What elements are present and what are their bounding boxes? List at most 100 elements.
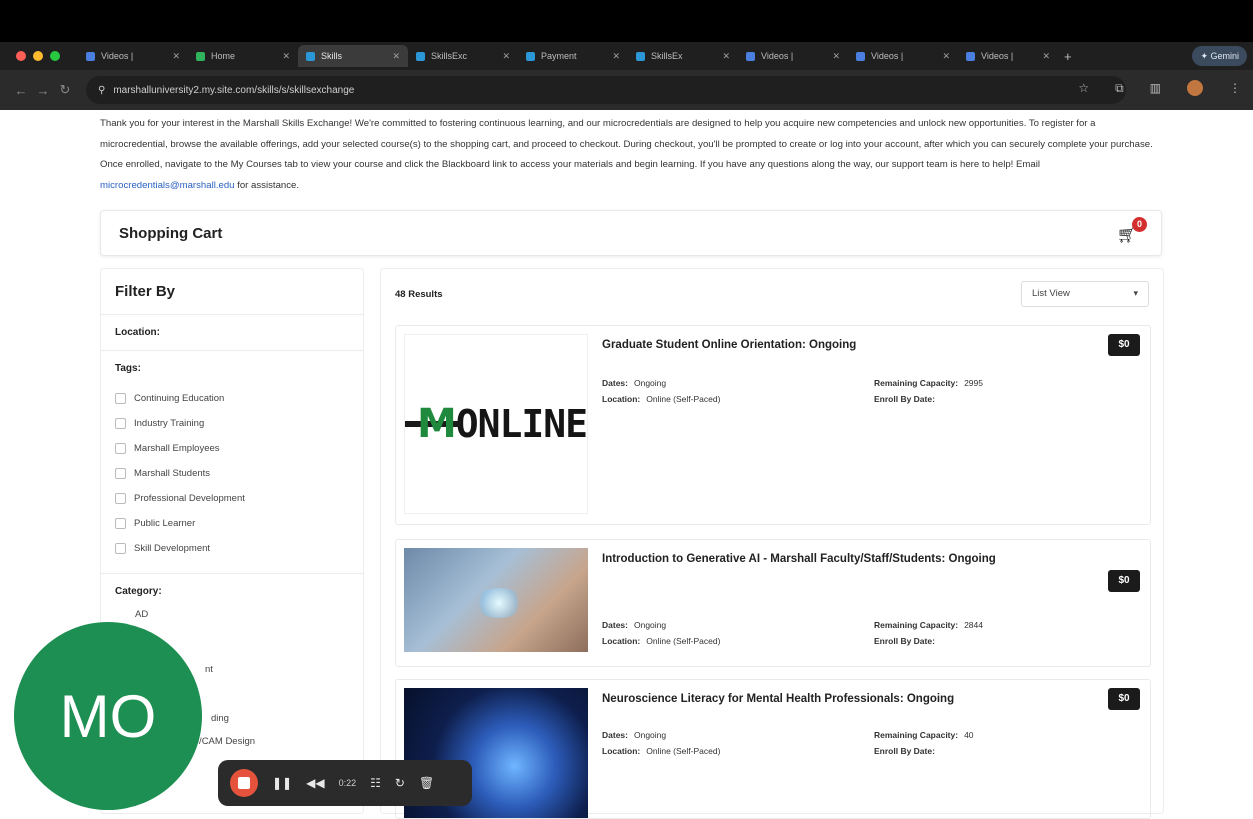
checkbox[interactable]	[115, 543, 126, 554]
close-tab-icon[interactable]: ✕	[942, 51, 950, 62]
grid-icon[interactable]: ☷	[370, 776, 381, 790]
tab-favicon-icon	[306, 51, 315, 61]
results-count: 48 Results	[395, 289, 443, 300]
rewind-icon[interactable]: ◀◀	[306, 776, 324, 790]
address-bar[interactable]: ⚲ marshalluniversity2.my.site.com/skills…	[86, 76, 1126, 104]
bookmark-star-icon[interactable]: ☆	[1078, 81, 1089, 95]
course-dates: Dates: Ongoing	[602, 620, 667, 630]
course-capacity: Remaining Capacity: 2844	[874, 620, 983, 630]
category-option[interactable]: AD	[115, 609, 349, 620]
browser-tab[interactable]: Videos | ✕	[78, 45, 188, 67]
course-thumbnail[interactable]: M ONLINE	[404, 334, 588, 514]
close-tab-icon[interactable]: ✕	[1042, 51, 1050, 62]
maximize-window-button[interactable]	[50, 51, 60, 61]
close-window-button[interactable]	[16, 51, 26, 61]
checkbox[interactable]	[115, 468, 126, 479]
close-tab-icon[interactable]: ✕	[722, 51, 730, 62]
tag-label: Industry Training	[134, 418, 205, 429]
browser-tab[interactable]: SkillsExc ✕	[408, 45, 518, 67]
tag-label: Marshall Students	[134, 468, 211, 479]
close-tab-icon[interactable]: ✕	[612, 51, 620, 62]
tab-label: SkillsEx	[651, 51, 683, 61]
close-tab-icon[interactable]: ✕	[832, 51, 840, 62]
course-title[interactable]: Graduate Student Online Orientation: Ong…	[602, 334, 1092, 356]
profile-avatar[interactable]	[1187, 80, 1203, 96]
browser-tab[interactable]: Videos | ✕	[738, 45, 848, 67]
restart-icon[interactable]: ↻	[395, 776, 405, 790]
course-thumbnail[interactable]	[404, 548, 588, 652]
course-dates: Dates: Ongoing	[602, 378, 667, 388]
tab-label: Payment	[541, 51, 577, 61]
browser-tab[interactable]: Videos | ✕	[848, 45, 958, 67]
location-filter[interactable]: Location:	[101, 315, 363, 351]
checkbox[interactable]	[115, 518, 126, 529]
tag-label: Skill Development	[134, 543, 211, 554]
close-tab-icon[interactable]: ✕	[172, 51, 180, 62]
tag-option[interactable]: Marshall Students	[115, 461, 349, 486]
checkbox[interactable]	[115, 443, 126, 454]
browser-tab[interactable]: Payment ✕	[518, 45, 628, 67]
browser-tab[interactable]: Videos | ✕	[958, 45, 1058, 67]
tag-label: Professional Development	[134, 493, 245, 504]
checkbox[interactable]	[115, 493, 126, 504]
tag-option[interactable]: Public Learner	[115, 511, 349, 536]
course-title[interactable]: Neuroscience Literacy for Mental Health …	[602, 688, 1092, 710]
tag-option[interactable]: Continuing Education	[115, 386, 349, 411]
price-badge[interactable]: $0	[1108, 334, 1140, 356]
browser-tab-active[interactable]: Skills ✕	[298, 45, 408, 67]
intro-text: Thank you for your interest in the Marsh…	[100, 118, 1153, 170]
price-badge[interactable]: $0	[1108, 570, 1140, 592]
webcam-avatar-bubble: MO	[14, 622, 202, 810]
course-title[interactable]: Introduction to Generative AI - Marshall…	[602, 548, 1092, 570]
tab-favicon-icon	[856, 51, 865, 61]
checkbox[interactable]	[115, 393, 126, 404]
minimize-window-button[interactable]	[33, 51, 43, 61]
shopping-cart-title: Shopping Cart	[119, 224, 223, 242]
back-icon[interactable]: ←	[10, 83, 32, 98]
forward-icon[interactable]: →	[32, 83, 54, 98]
close-tab-icon[interactable]: ✕	[502, 51, 510, 62]
toolbar-actions: ☆ ⧉ ▥ ⋮	[1078, 80, 1241, 96]
browser-tab[interactable]: Home ✕	[188, 45, 298, 67]
view-select[interactable]: List View ▾	[1021, 281, 1149, 307]
site-info-icon[interactable]: ⚲	[98, 85, 105, 96]
price-badge[interactable]: $0	[1108, 688, 1140, 710]
browser-tab-bar: Videos | ✕ Home ✕ Skills ✕ SkillsExc ✕ Payme…	[0, 42, 1253, 70]
close-tab-icon[interactable]: ✕	[392, 51, 400, 62]
tag-label: Public Learner	[134, 518, 196, 529]
tag-option[interactable]: Industry Training	[115, 411, 349, 436]
course-enroll-by: Enroll By Date:	[874, 394, 935, 404]
tab-label: Videos |	[871, 51, 904, 61]
logo-text: ONLINE	[455, 402, 588, 446]
trash-icon[interactable]: 🗑︎	[419, 776, 434, 790]
tab-label: Videos |	[761, 51, 794, 61]
side-panel-icon[interactable]: ▥	[1150, 81, 1161, 95]
extensions-icon[interactable]: ⧉	[1115, 81, 1124, 96]
tab-favicon-icon	[86, 51, 95, 61]
support-email-link[interactable]: microcredentials@marshall.edu	[100, 180, 235, 191]
course-location: Location: Online (Self-Paced)	[602, 636, 721, 646]
course-card[interactable]: Neuroscience Literacy for Mental Health …	[395, 679, 1151, 819]
location-label: Location:	[115, 327, 160, 338]
tab-favicon-icon	[746, 51, 755, 61]
sparkle-icon: ✦	[1200, 50, 1211, 61]
tag-option[interactable]: Skill Development	[115, 536, 349, 561]
tag-option[interactable]: Marshall Employees	[115, 436, 349, 461]
tab-favicon-icon	[416, 51, 425, 61]
gemini-button[interactable]: ✦ Gemini	[1192, 46, 1247, 66]
intro-suffix: for assistance.	[234, 179, 300, 191]
course-card[interactable]: Introduction to Generative AI - Marshall…	[395, 539, 1151, 667]
tag-option[interactable]: Professional Development	[115, 486, 349, 511]
window-controls[interactable]	[0, 51, 78, 61]
menu-kebab-icon[interactable]: ⋮	[1229, 81, 1241, 95]
checkbox[interactable]	[115, 418, 126, 429]
browser-tab[interactable]: SkillsEx ✕	[628, 45, 738, 67]
tab-label: Videos |	[101, 51, 134, 61]
stop-recording-button[interactable]	[230, 769, 258, 797]
new-tab-icon[interactable]: +	[1064, 49, 1072, 64]
course-card[interactable]: M ONLINE Graduate Student Online Orienta…	[395, 325, 1151, 525]
reload-icon[interactable]: ↻	[54, 82, 76, 98]
address-toolbar: ← → ↻ ⚲ marshalluniversity2.my.site.com/…	[0, 70, 1253, 110]
close-tab-icon[interactable]: ✕	[282, 51, 290, 62]
pause-icon[interactable]: ❚❚	[272, 776, 292, 790]
